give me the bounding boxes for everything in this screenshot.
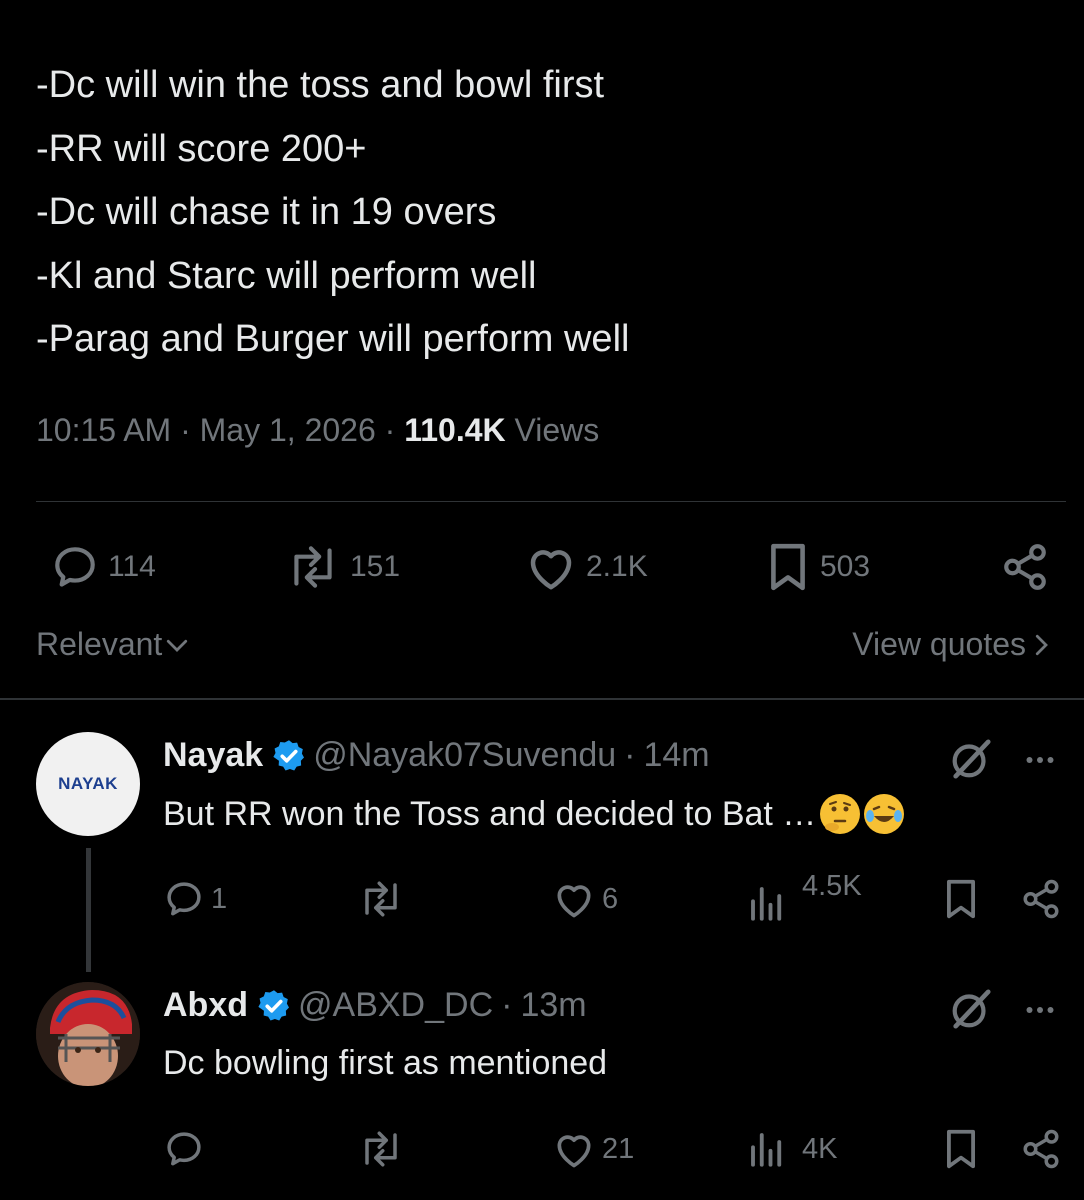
bookmark-button[interactable]: 503	[764, 542, 870, 592]
reply-body: But RR won the Toss and decided to Bat …	[163, 794, 817, 833]
thinking-face-icon	[820, 794, 861, 834]
tweet-meta: 10:15 AM · May 1, 2026 · 110.4K Views	[36, 412, 599, 449]
reply-handle[interactable]: @ABXD_DC	[298, 986, 493, 1025]
views-label: Views	[514, 412, 600, 448]
reply-icon	[167, 1132, 201, 1166]
repost-button[interactable]: 151	[284, 542, 400, 592]
analytics-icon	[751, 887, 782, 921]
share-button[interactable]	[1020, 878, 1062, 920]
divider	[36, 501, 1066, 502]
heart-icon	[557, 1135, 591, 1168]
tweet-date[interactable]: May 1, 2026	[200, 412, 376, 448]
view-quotes-label: View quotes	[852, 626, 1026, 662]
repost-icon	[365, 881, 397, 917]
meta-separator: ·	[384, 412, 396, 448]
repost-icon	[365, 1131, 397, 1167]
reply-text: Dc bowling first as mentioned	[163, 1044, 607, 1083]
reply-body: Dc bowling first as mentioned	[163, 1044, 608, 1082]
grok-icon[interactable]	[948, 736, 994, 787]
reply-handle[interactable]: @Nayak07Suvendu	[313, 736, 616, 775]
reply-button[interactable]: 114	[50, 542, 156, 592]
bookmark-icon	[947, 879, 975, 919]
like-button[interactable]: 21	[552, 1128, 634, 1170]
analytics-icon	[751, 1133, 782, 1167]
like-button[interactable]: 6	[552, 878, 618, 920]
tweet-line: -Dc will win the toss and bowl first	[36, 64, 605, 106]
tweet-line: -Kl and Starc will perform well	[36, 254, 537, 297]
share-button[interactable]	[1020, 1128, 1062, 1170]
section-divider	[0, 698, 1084, 700]
reply-icon	[55, 547, 95, 587]
reply-count: 114	[108, 550, 156, 583]
views-count[interactable]: 110.4K	[404, 412, 505, 448]
more-options-icon[interactable]	[1020, 992, 1060, 1033]
tweet-line: -RR will score 200+	[36, 127, 367, 170]
like-count: 2.1K	[586, 550, 648, 583]
avatar-logo-text: NAYAK	[58, 774, 118, 793]
reply-button[interactable]: 1	[163, 878, 227, 920]
reply-text: But RR won the Toss and decided to Bat …	[163, 794, 905, 834]
repost-button[interactable]	[356, 1128, 412, 1170]
bookmark-icon	[947, 1129, 975, 1169]
share-icon	[1023, 879, 1059, 919]
reply-count: 1	[211, 882, 228, 915]
reply-header: Nayak @Nayak07Suvendu · 14m	[163, 736, 710, 775]
meta-separator: ·	[180, 412, 191, 448]
grok-icon[interactable]	[948, 986, 994, 1037]
avatar[interactable]	[36, 982, 140, 1086]
laughing-tears-face-icon	[864, 794, 905, 834]
heart-icon	[530, 550, 572, 590]
bookmark-icon	[771, 543, 805, 591]
reply-button[interactable]	[163, 1128, 211, 1170]
more-options-icon[interactable]	[1020, 742, 1060, 783]
repost-button[interactable]	[356, 878, 412, 920]
reply-author-name[interactable]: Nayak	[163, 736, 263, 775]
share-icon	[1004, 544, 1046, 590]
tweet-line: -Parag and Burger will perform well	[36, 318, 630, 360]
views-count: 4.5K	[802, 870, 862, 902]
view-quotes-link[interactable]: View quotes	[852, 626, 1056, 663]
bookmark-button[interactable]	[942, 1128, 980, 1170]
reply-icon	[167, 882, 201, 916]
heart-icon	[557, 885, 591, 918]
meta-separator: ·	[501, 986, 513, 1024]
like-count: 21	[602, 1132, 635, 1165]
avatar-photo	[36, 982, 140, 1086]
reply-header: Abxd @ABXD_DC · 13m	[163, 986, 587, 1025]
share-icon	[1023, 1129, 1059, 1169]
tweet-time[interactable]: 10:15 AM	[36, 412, 171, 448]
reply-time[interactable]: 14m	[643, 736, 709, 775]
like-count: 6	[602, 882, 619, 915]
views-button[interactable]: 4K	[746, 1128, 837, 1170]
repost-icon	[294, 546, 332, 588]
share-button[interactable]	[1000, 542, 1050, 592]
bookmark-button[interactable]	[942, 878, 980, 920]
chevron-down-icon	[167, 639, 188, 652]
views-count: 4K	[802, 1132, 838, 1165]
reply-author-name[interactable]: Abxd	[163, 986, 248, 1025]
chevron-right-icon	[1035, 634, 1048, 655]
bookmark-count: 503	[820, 550, 871, 583]
tweet-line: -Dc will chase it in 19 overs	[36, 191, 497, 233]
verified-badge-icon	[256, 988, 292, 1024]
views-button[interactable]: 4.5K	[746, 870, 862, 928]
reply-time[interactable]: 13m	[520, 986, 586, 1025]
verified-badge-icon	[271, 738, 307, 774]
avatar[interactable]: NAYAK	[36, 732, 140, 836]
sort-dropdown[interactable]: Relevant	[36, 626, 192, 663]
thread-line	[86, 848, 91, 972]
repost-count: 151	[350, 550, 401, 583]
meta-separator: ·	[624, 736, 636, 774]
tweet-text: -Dc will win the toss and bowl first -RR…	[36, 54, 1046, 372]
sort-label: Relevant	[36, 626, 163, 662]
like-button[interactable]: 2.1K	[524, 542, 648, 592]
